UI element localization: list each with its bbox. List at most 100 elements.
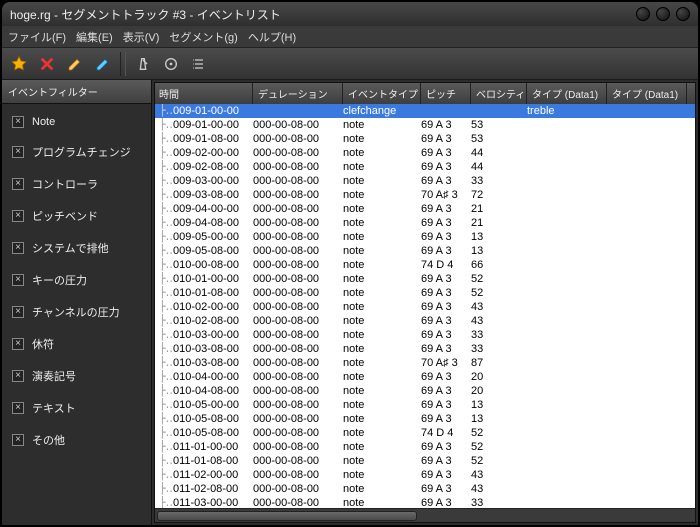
filter-item-5[interactable]: × キーの圧力 [2,264,151,296]
edit-alt-button[interactable] [90,51,116,77]
column-header-2[interactable]: イベントタイプ [343,83,421,104]
horizontal-scrollbar[interactable] [155,508,695,522]
table-row[interactable]: ├‥010-03-08-00000-00-08-00note70 A♯ 387 [155,356,695,370]
table-row[interactable]: ├‥009-04-08-00000-00-08-00note69 A 321 [155,216,695,230]
filter-label: 演奏記号 [32,368,76,384]
column-header-4[interactable]: ベロシティ [471,83,527,104]
edit-button[interactable] [62,51,88,77]
table-row[interactable]: ├‥010-03-08-00000-00-08-00note69 A 333 [155,342,695,356]
filter-label: ピッチベンド [32,208,98,224]
table-row[interactable]: ├‥010-04-08-00000-00-08-00note69 A 320 [155,384,695,398]
table-row[interactable]: ├‥010-04-00-00000-00-08-00note69 A 320 [155,370,695,384]
table-row[interactable]: ├‥009-02-00-00000-00-08-00note69 A 344 [155,146,695,160]
filter-label: 休符 [32,336,54,352]
table-row[interactable]: ├‥010-05-08-00000-00-08-00note74 D 452 [155,426,695,440]
table-row[interactable]: ├‥009-01-00-00clefchangetreble [155,104,695,118]
filter-item-10[interactable]: × その他 [2,424,151,456]
checkbox-icon[interactable]: × [12,210,24,222]
filter-label: キーの圧力 [32,272,87,288]
filter-label: テキスト [32,400,76,416]
table-row[interactable]: ├‥009-05-08-00000-00-08-00note69 A 313 [155,244,695,258]
close-button[interactable] [676,7,690,21]
filter-item-8[interactable]: × 演奏記号 [2,360,151,392]
table-row[interactable]: ├‥009-04-00-00000-00-08-00note69 A 321 [155,202,695,216]
checkbox-icon[interactable]: × [12,242,24,254]
checkbox-icon[interactable]: × [12,402,24,414]
filter-label: システムで排他 [32,240,109,256]
table-row[interactable]: ├‥011-01-08-00000-00-08-00note69 A 352 [155,454,695,468]
checkbox-icon[interactable]: × [12,146,24,158]
column-header-5[interactable]: タイプ (Data1) [527,83,607,104]
toolbar-separator [120,52,126,76]
menu-view[interactable]: 表示(V) [123,29,160,45]
delete-button[interactable] [34,51,60,77]
title-bar[interactable]: hoge.rg - セグメントトラック #3 - イベントリスト [2,2,698,26]
checkbox-icon[interactable]: × [12,434,24,446]
checkbox-icon[interactable]: × [12,116,24,128]
scrollbar-thumb[interactable] [157,511,417,521]
filter-item-2[interactable]: × コントローラ [2,168,151,200]
menu-bar: ファイル(F) 編集(E) 表示(V) セグメント(g) ヘルプ(H) [2,26,698,48]
table-row[interactable]: ├‥009-05-00-00000-00-08-00note69 A 313 [155,230,695,244]
menu-edit[interactable]: 編集(E) [76,29,113,45]
table-row[interactable]: ├‥010-02-00-00000-00-08-00note69 A 343 [155,300,695,314]
filter-label: チャンネルの圧力 [32,304,120,320]
sidebar-title: イベントフィルター [2,80,151,104]
table-row[interactable]: ├‥009-03-00-00000-00-08-00note69 A 333 [155,174,695,188]
table-row[interactable]: ├‥011-03-00-00000-00-08-00note69 A 333 [155,496,695,508]
filter-item-1[interactable]: × プログラムチェンジ [2,136,151,168]
table-row[interactable]: ├‥009-01-00-00000-00-08-00note69 A 353 [155,118,695,132]
filter-label: コントローラ [32,176,98,192]
column-header-3[interactable]: ピッチ [421,83,471,104]
checkbox-icon[interactable]: × [12,178,24,190]
grid-header: 時間デュレーションイベントタイプピッチベロシティタイプ (Data1)タイプ (… [155,83,695,104]
content-area: イベントフィルター ×Note×プログラムチェンジ×コントローラ×ピッチベンド×… [2,80,698,525]
main-panel: 時間デュレーションイベントタイプピッチベロシティタイプ (Data1)タイプ (… [152,80,698,525]
event-list-window: hoge.rg - セグメントトラック #3 - イベントリスト ファイル(F)… [0,0,700,527]
menu-file[interactable]: ファイル(F) [8,29,66,45]
table-row[interactable]: ├‥009-01-08-00000-00-08-00note69 A 353 [155,132,695,146]
star-button[interactable] [6,51,32,77]
table-row[interactable]: ├‥010-02-08-00000-00-08-00note69 A 343 [155,314,695,328]
table-row[interactable]: ├‥011-02-08-00000-00-08-00note69 A 343 [155,482,695,496]
filter-item-9[interactable]: × テキスト [2,392,151,424]
filter-label: その他 [32,432,65,448]
window-title: hoge.rg - セグメントトラック #3 - イベントリスト [10,6,630,23]
checkbox-icon[interactable]: × [12,338,24,350]
filter-item-7[interactable]: × 休符 [2,328,151,360]
menu-segment[interactable]: セグメント(g) [169,29,237,45]
filter-item-0[interactable]: × Note [2,108,151,136]
filter-label: プログラムチェンジ [32,144,131,160]
table-row[interactable]: ├‥010-01-08-00000-00-08-00note69 A 352 [155,286,695,300]
table-row[interactable]: ├‥011-02-00-00000-00-08-00note69 A 343 [155,468,695,482]
toolbar [2,48,698,80]
column-header-6[interactable]: タイプ (Data1) [607,83,687,104]
filter-label: Note [32,116,55,128]
table-row[interactable]: ├‥009-03-08-00000-00-08-00note70 A♯ 372 [155,188,695,202]
table-row[interactable]: ├‥010-05-00-00000-00-08-00note69 A 313 [155,398,695,412]
checkbox-icon[interactable]: × [12,274,24,286]
filter-item-6[interactable]: × チャンネルの圧力 [2,296,151,328]
filter-list: × Note × プログラムチェンジ × コントローラ × ピッチベンド × システムで排他 × キー… [2,104,151,460]
table-row[interactable]: ├‥010-01-00-00000-00-08-00note69 A 352 [155,272,695,286]
checkbox-icon[interactable]: × [12,306,24,318]
table-row[interactable]: ├‥011-01-00-00000-00-08-00note69 A 352 [155,440,695,454]
table-row[interactable]: ├‥010-03-00-00000-00-08-00note69 A 333 [155,328,695,342]
menu-help[interactable]: ヘルプ(H) [248,29,296,45]
maximize-button[interactable] [656,7,670,21]
list-button[interactable] [186,51,212,77]
table-row[interactable]: ├‥010-00-08-00000-00-08-00note74 D 466 [155,258,695,272]
table-row[interactable]: ├‥009-02-08-00000-00-08-00note69 A 344 [155,160,695,174]
table-row[interactable]: ├‥010-05-08-00000-00-08-00note69 A 313 [155,412,695,426]
sidebar: イベントフィルター ×Note×プログラムチェンジ×コントローラ×ピッチベンド×… [2,80,152,525]
select-tool-button[interactable] [158,51,184,77]
grid-body[interactable]: ├‥009-01-00-00clefchangetreble├‥009-01-0… [155,104,695,508]
column-header-0[interactable]: 時間 [155,83,253,104]
filter-item-4[interactable]: × システムで排他 [2,232,151,264]
event-grid: 時間デュレーションイベントタイプピッチベロシティタイプ (Data1)タイプ (… [154,82,696,523]
filter-item-3[interactable]: × ピッチベンド [2,200,151,232]
metronome-button[interactable] [130,51,156,77]
checkbox-icon[interactable]: × [12,370,24,382]
column-header-1[interactable]: デュレーション [253,83,343,104]
minimize-button[interactable] [636,7,650,21]
